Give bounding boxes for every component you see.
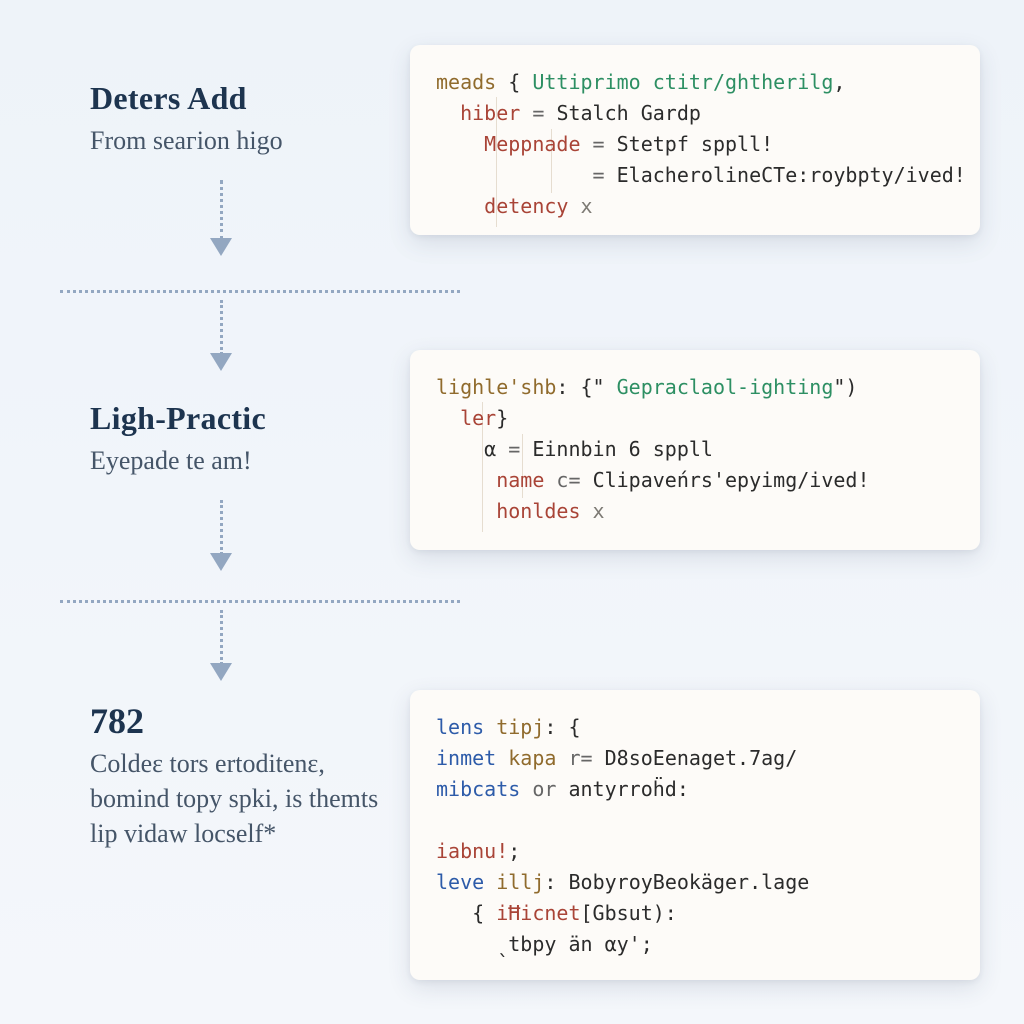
section-2-title: Ligh-Practic [90,400,410,437]
section-2: Ligh-Practic Eyepade te am! [90,400,410,478]
code2-line2: ler} [436,403,954,434]
section-3: 782 Coldeɛ tors ertoditenɛ, bomind topy … [90,700,410,851]
code1-line4: = ElacherolineCTe:roybpty/ived! [436,160,954,191]
section-3-body: Coldeɛ tors ertoditenɛ, bomind topy spki… [90,746,380,851]
code3-line5: leve illj: BobyroyBeokäger.lage [436,867,954,898]
code-card-1: meads { Uttiprimo ctitr/ghtherilg, hiber… [410,45,980,235]
code3-line6: { iĦicnet[Gbsut): [436,898,954,929]
section-1: Deters Add From seaгion higo [90,80,410,158]
code3-line7: ˎtbpy än αy'; [436,929,954,960]
section-1-body: From seaгion higo [90,123,410,158]
section-1-title: Deters Add [90,80,410,117]
section-3-number: 782 [90,700,410,742]
code3-line4: iabnu!; [436,836,954,867]
code2-line4: name c= Clipaveńrs'epyimg/ived! [436,465,954,496]
code1-line5: detency x [436,191,954,222]
code3-line2: inmet kapa r= D8soEenaget.7ag/ [436,743,954,774]
code2-line5: honldes x [436,496,954,527]
code-card-2: lighle'shb: {" Gepraclaol-ighting") ler}… [410,350,980,550]
code3-line3: mibcats or antyrroḧd: [436,774,954,805]
code1-line2: hiber = Stalch Gardp [436,98,954,129]
divider-2 [60,600,460,603]
code2-line3: α = Einnbin 6 sppll [436,434,954,465]
arrow-down-4 [210,610,232,681]
arrow-down-2 [210,300,232,371]
arrow-down-1 [210,180,232,256]
code3-line1: lens tipj: { [436,712,954,743]
code-card-3: lens tipj: { inmet kapa r= D8soEenaget.7… [410,690,980,980]
code1-line3: Meppnade = Stetpf sppll! [436,129,954,160]
divider-1 [60,290,460,293]
code2-line1: lighle'shb: {" Gepraclaol-ighting") [436,372,954,403]
code1-line1: meads { Uttiprimo ctitr/ghtherilg, [436,67,954,98]
section-2-body: Eyepade te am! [90,443,410,478]
arrow-down-3 [210,500,232,571]
